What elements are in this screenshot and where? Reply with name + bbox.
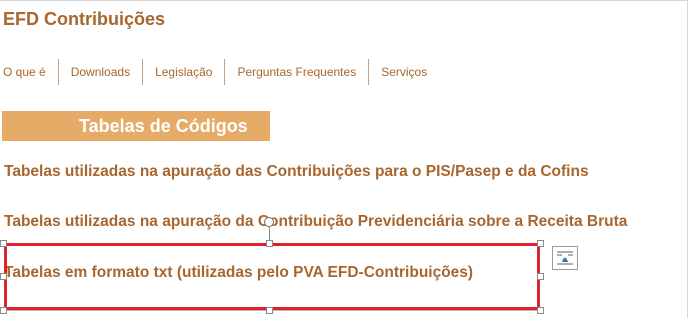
section-header: Tabelas de Códigos — [2, 111, 270, 141]
nav-item-downloads[interactable]: Downloads — [57, 59, 142, 85]
nav-item-servicos[interactable]: Serviços — [368, 59, 439, 85]
nav-item-legislacao[interactable]: Legislação — [142, 59, 224, 85]
link-tabelas-previdenciaria[interactable]: Tabelas utilizadas na apuração da Contri… — [4, 213, 627, 231]
site-title: EFD Contribuições — [3, 9, 166, 29]
resize-handle-middle-left[interactable] — [0, 273, 7, 280]
rotate-handle-icon[interactable] — [264, 217, 274, 227]
nav-item-o-que-e[interactable]: O que é — [3, 59, 58, 85]
resize-handle-middle-right[interactable] — [537, 273, 544, 280]
resize-handle-bottom-left[interactable] — [0, 307, 7, 314]
resize-handle-bottom-middle[interactable] — [266, 307, 273, 314]
resize-handle-top-middle[interactable] — [266, 240, 273, 247]
layout-options-icon — [557, 251, 573, 265]
resize-handle-top-left[interactable] — [0, 240, 7, 247]
resize-handle-top-right[interactable] — [537, 240, 544, 247]
nav-item-perguntas-frequentes[interactable]: Perguntas Frequentes — [224, 59, 368, 85]
main-nav: O que é Downloads Legislação Perguntas F… — [3, 58, 439, 86]
window-top-border — [0, 0, 688, 1]
layout-options-button[interactable] — [552, 246, 578, 270]
link-tabelas-txt[interactable]: Tabelas em formato txt (utilizadas pelo … — [4, 264, 473, 282]
link-tabelas-pis-cofins[interactable]: Tabelas utilizadas na apuração das Contr… — [4, 163, 589, 181]
resize-handle-bottom-right[interactable] — [537, 307, 544, 314]
